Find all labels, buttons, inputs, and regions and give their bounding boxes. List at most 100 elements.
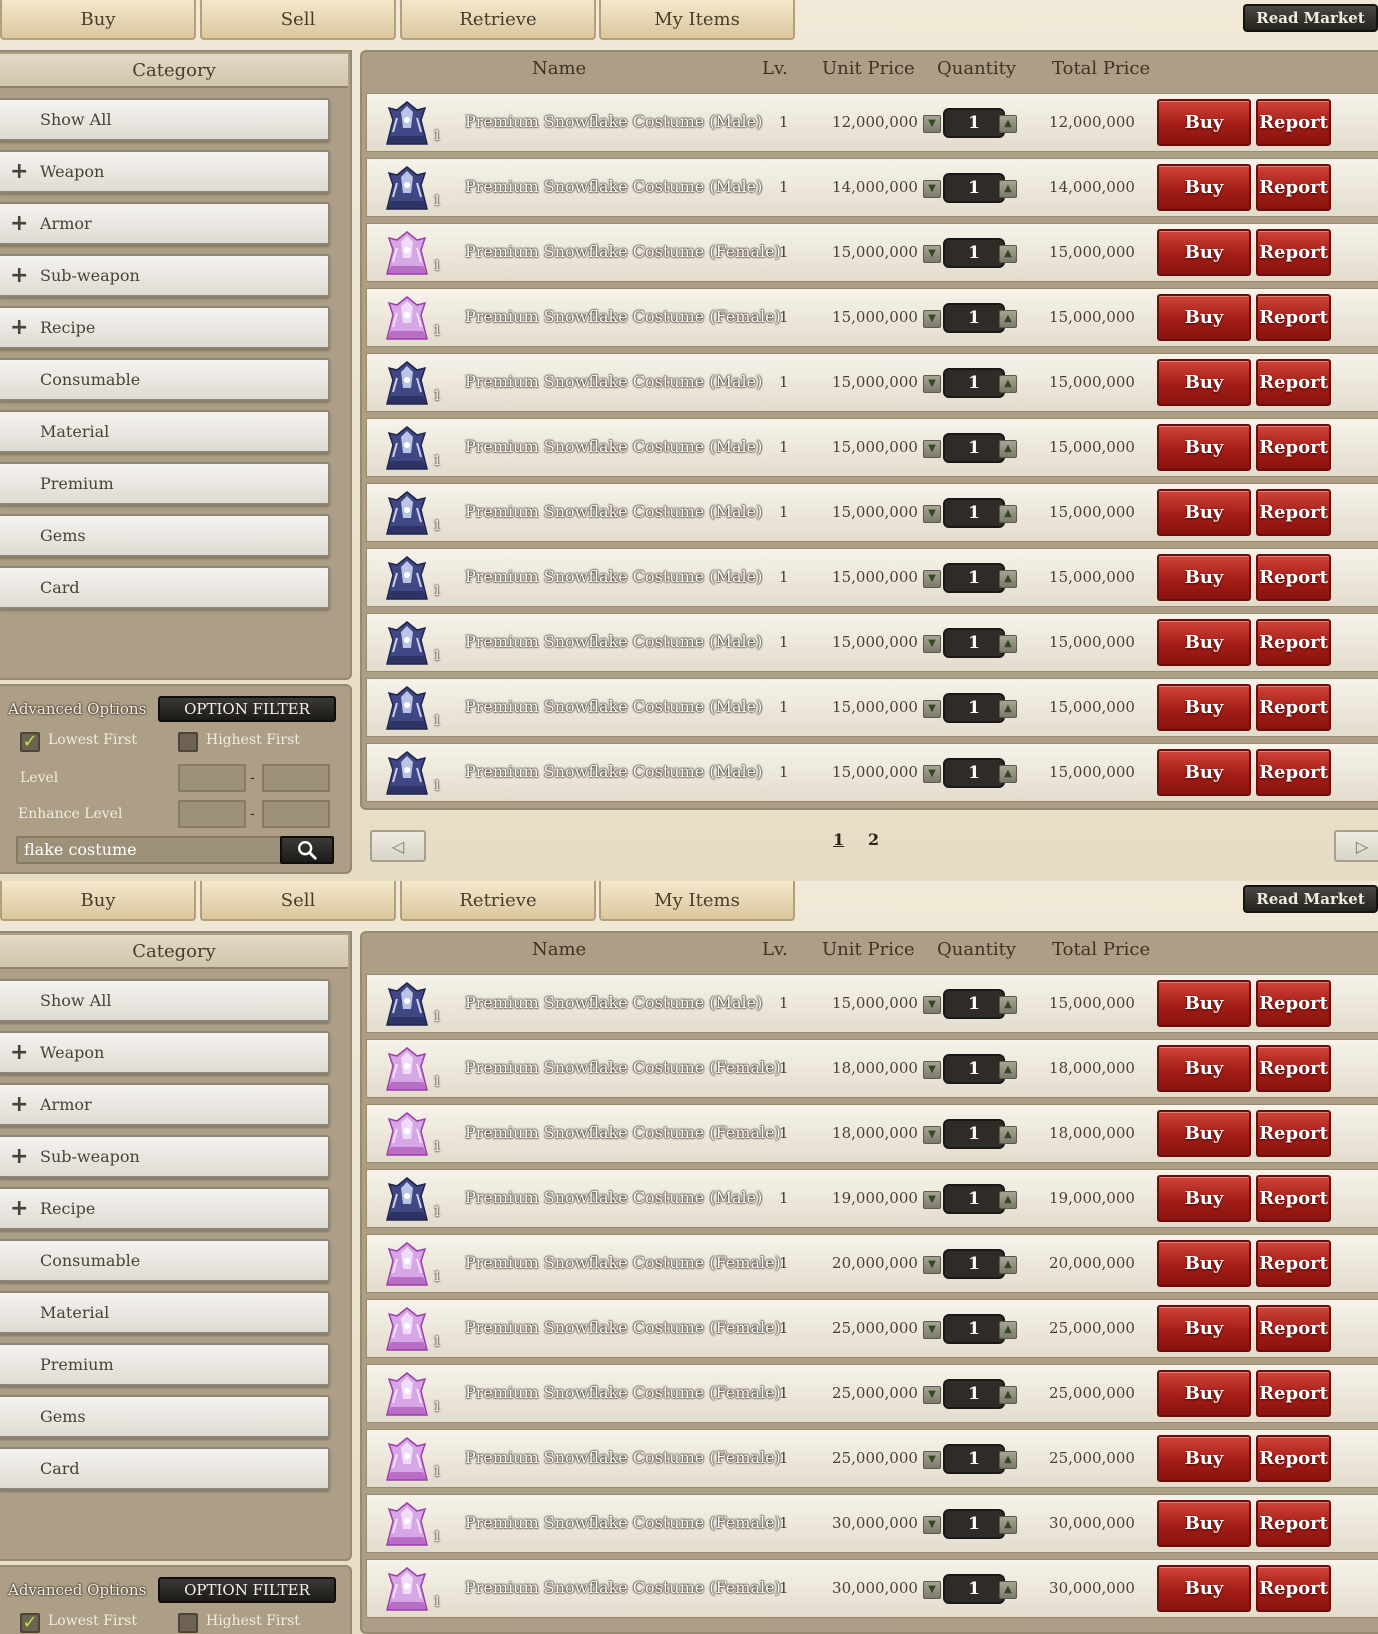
quantity-increase-icon[interactable]: ▲ [999, 1386, 1017, 1404]
quantity-increase-icon[interactable]: ▲ [999, 996, 1017, 1014]
category-premium[interactable]: Premium [0, 462, 330, 505]
quantity-decrease-icon[interactable]: ▼ [923, 765, 941, 783]
category-card[interactable]: Card [0, 566, 330, 609]
level-min-input[interactable] [178, 764, 246, 792]
buy-button[interactable]: Buy [1157, 980, 1251, 1027]
category-recipe[interactable]: + Recipe [0, 1187, 330, 1230]
category-consumable[interactable]: Consumable [0, 1239, 330, 1282]
quantity-input[interactable]: 1 [943, 433, 1005, 463]
page-1-link[interactable]: 1 [833, 830, 844, 849]
quantity-increase-icon[interactable]: ▲ [999, 1516, 1017, 1534]
buy-button[interactable]: Buy [1157, 619, 1251, 666]
expand-plus-icon[interactable]: + [10, 265, 28, 287]
quantity-decrease-icon[interactable]: ▼ [923, 115, 941, 133]
tab-buy[interactable]: Buy [0, 0, 196, 40]
tab-my-items[interactable]: My Items [599, 881, 795, 921]
category-weapon[interactable]: + Weapon [0, 150, 330, 193]
quantity-increase-icon[interactable]: ▲ [999, 505, 1017, 523]
read-market-button[interactable]: Read Market [1243, 4, 1378, 32]
report-button[interactable]: Report [1256, 684, 1331, 731]
report-button[interactable]: Report [1256, 1045, 1331, 1092]
expand-plus-icon[interactable]: + [10, 317, 28, 339]
category-recipe[interactable]: + Recipe [0, 306, 330, 349]
lowest-first-checkbox[interactable]: ✓ [20, 1613, 40, 1633]
quantity-input[interactable]: 1 [943, 1054, 1005, 1084]
quantity-decrease-icon[interactable]: ▼ [923, 996, 941, 1014]
category-armor[interactable]: + Armor [0, 202, 330, 245]
option-filter-button[interactable]: OPTION FILTER [158, 1577, 336, 1603]
quantity-increase-icon[interactable]: ▲ [999, 1321, 1017, 1339]
category-sub-weapon[interactable]: + Sub-weapon [0, 254, 330, 297]
report-button[interactable]: Report [1256, 554, 1331, 601]
tab-retrieve[interactable]: Retrieve [400, 0, 596, 40]
search-input[interactable]: flake costume [16, 836, 334, 864]
quantity-decrease-icon[interactable]: ▼ [923, 180, 941, 198]
quantity-decrease-icon[interactable]: ▼ [923, 1516, 941, 1534]
quantity-decrease-icon[interactable]: ▼ [923, 505, 941, 523]
buy-button[interactable]: Buy [1157, 1435, 1251, 1482]
expand-plus-icon[interactable]: + [10, 1146, 28, 1168]
quantity-increase-icon[interactable]: ▲ [999, 245, 1017, 263]
quantity-increase-icon[interactable]: ▲ [999, 570, 1017, 588]
buy-button[interactable]: Buy [1157, 359, 1251, 406]
buy-button[interactable]: Buy [1157, 424, 1251, 471]
buy-button[interactable]: Buy [1157, 1305, 1251, 1352]
quantity-increase-icon[interactable]: ▲ [999, 1451, 1017, 1469]
category-material[interactable]: Material [0, 1291, 330, 1334]
buy-button[interactable]: Buy [1157, 1240, 1251, 1287]
report-button[interactable]: Report [1256, 1175, 1331, 1222]
expand-plus-icon[interactable]: + [10, 213, 28, 235]
category-armor[interactable]: + Armor [0, 1083, 330, 1126]
quantity-increase-icon[interactable]: ▲ [999, 1581, 1017, 1599]
quantity-input[interactable]: 1 [943, 1574, 1005, 1604]
tab-my-items[interactable]: My Items [599, 0, 795, 40]
quantity-decrease-icon[interactable]: ▼ [923, 1126, 941, 1144]
tab-retrieve[interactable]: Retrieve [400, 881, 596, 921]
quantity-increase-icon[interactable]: ▲ [999, 700, 1017, 718]
search-button[interactable] [280, 836, 334, 864]
quantity-input[interactable]: 1 [943, 368, 1005, 398]
quantity-input[interactable]: 1 [943, 108, 1005, 138]
buy-button[interactable]: Buy [1157, 1110, 1251, 1157]
category-consumable[interactable]: Consumable [0, 358, 330, 401]
buy-button[interactable]: Buy [1157, 1565, 1251, 1612]
quantity-input[interactable]: 1 [943, 563, 1005, 593]
quantity-input[interactable]: 1 [943, 1249, 1005, 1279]
quantity-decrease-icon[interactable]: ▼ [923, 310, 941, 328]
highest-first-checkbox[interactable] [178, 1613, 198, 1633]
next-page-icon[interactable]: ▷ [1334, 830, 1378, 862]
quantity-decrease-icon[interactable]: ▼ [923, 440, 941, 458]
report-button[interactable]: Report [1256, 980, 1331, 1027]
buy-button[interactable]: Buy [1157, 554, 1251, 601]
quantity-increase-icon[interactable]: ▲ [999, 375, 1017, 393]
buy-button[interactable]: Buy [1157, 1500, 1251, 1547]
report-button[interactable]: Report [1256, 424, 1331, 471]
report-button[interactable]: Report [1256, 619, 1331, 666]
highest-first-checkbox[interactable] [178, 732, 198, 752]
quantity-increase-icon[interactable]: ▲ [999, 1191, 1017, 1209]
report-button[interactable]: Report [1256, 229, 1331, 276]
quantity-input[interactable]: 1 [943, 1184, 1005, 1214]
quantity-increase-icon[interactable]: ▲ [999, 310, 1017, 328]
quantity-decrease-icon[interactable]: ▼ [923, 375, 941, 393]
search-input-value[interactable]: flake costume [24, 840, 137, 859]
prev-page-icon[interactable]: ◁ [370, 830, 426, 862]
expand-plus-icon[interactable]: + [10, 1042, 28, 1064]
quantity-decrease-icon[interactable]: ▼ [923, 1256, 941, 1274]
report-button[interactable]: Report [1256, 489, 1331, 536]
quantity-input[interactable]: 1 [943, 1444, 1005, 1474]
quantity-decrease-icon[interactable]: ▼ [923, 570, 941, 588]
read-market-button[interactable]: Read Market [1243, 885, 1378, 913]
quantity-decrease-icon[interactable]: ▼ [923, 1191, 941, 1209]
quantity-input[interactable]: 1 [943, 989, 1005, 1019]
category-show all[interactable]: Show All [0, 979, 330, 1022]
buy-button[interactable]: Buy [1157, 1175, 1251, 1222]
category-sub-weapon[interactable]: + Sub-weapon [0, 1135, 330, 1178]
buy-button[interactable]: Buy [1157, 99, 1251, 146]
buy-button[interactable]: Buy [1157, 1045, 1251, 1092]
quantity-input[interactable]: 1 [943, 758, 1005, 788]
quantity-input[interactable]: 1 [943, 628, 1005, 658]
buy-button[interactable]: Buy [1157, 294, 1251, 341]
lowest-first-checkbox[interactable]: ✓ [20, 732, 40, 752]
category-card[interactable]: Card [0, 1447, 330, 1490]
